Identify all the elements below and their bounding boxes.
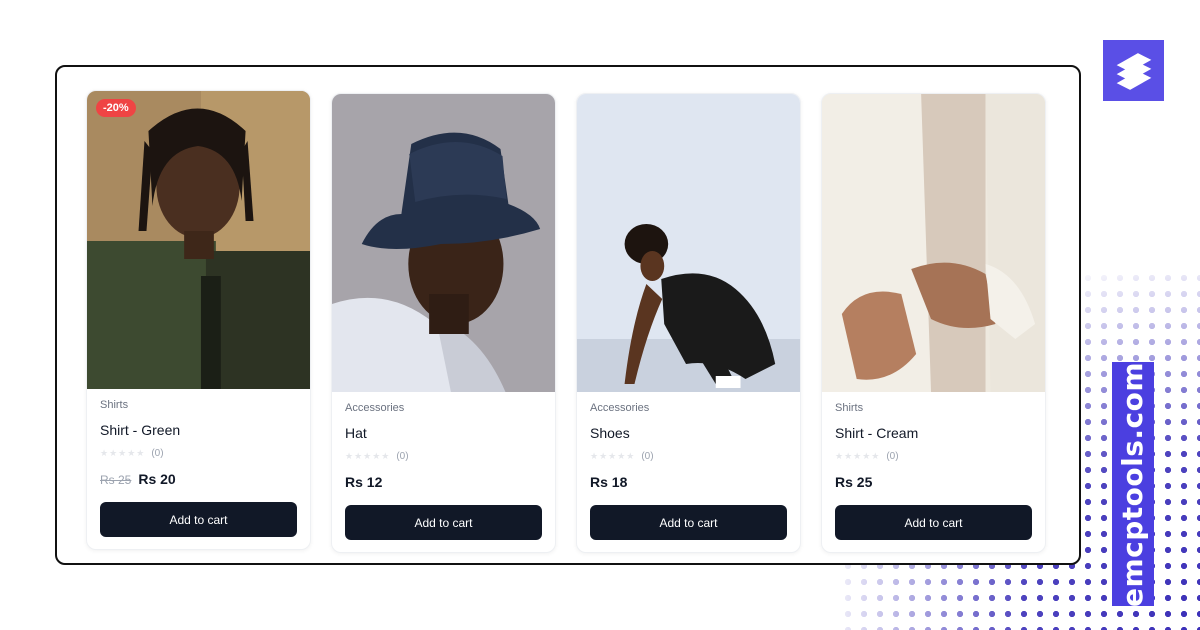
add-to-cart-button[interactable]: Add to cart	[590, 505, 787, 540]
product-price: Rs 12	[345, 474, 383, 490]
domain-label: emcptools.com	[1116, 361, 1150, 607]
rating-count: (0)	[641, 450, 654, 462]
product-rating: ★★★★★ (0)	[835, 449, 1032, 463]
rating-count: (0)	[151, 447, 164, 459]
brand-logo	[1103, 40, 1164, 101]
price-row: Rs 25 Rs 20	[100, 471, 297, 489]
product-price: Rs 25	[835, 474, 873, 490]
product-image-shirt-green[interactable]: -20%	[87, 91, 310, 389]
domain-watermark: emcptools.com	[1112, 361, 1154, 607]
product-image-shoes[interactable]	[577, 94, 800, 392]
product-category: Shirts	[835, 402, 864, 414]
star-rating-icon: ★★★★★	[345, 450, 391, 461]
add-to-cart-button[interactable]: Add to cart	[835, 505, 1032, 540]
product-price: Rs 18	[590, 474, 628, 490]
product-category: Accessories	[345, 402, 405, 414]
product-card-shirt-cream[interactable]: Shirts Shirt - Cream ★★★★★ (0) Rs 25 Add…	[821, 93, 1046, 553]
product-category: Accessories	[590, 402, 650, 414]
product-image-hat[interactable]	[332, 94, 555, 392]
sale-price: Rs 20	[138, 471, 176, 487]
product-card-shoes[interactable]: Accessories Shoes ★★★★★ (0) Rs 18 Add to…	[576, 93, 801, 553]
price-row: Rs 25	[835, 474, 1032, 492]
price-row: Rs 18	[590, 474, 787, 492]
product-rating: ★★★★★ (0)	[590, 449, 787, 463]
product-title[interactable]: Shirt - Cream	[835, 425, 1032, 443]
original-price: Rs 25	[100, 473, 132, 487]
product-grid-frame: -20% Shirts Shirt - Green ★★★★★ (0) Rs 2…	[55, 65, 1081, 565]
add-to-cart-button[interactable]: Add to cart	[345, 505, 542, 540]
product-title[interactable]: Shirt - Green	[100, 422, 297, 440]
price-row: Rs 12	[345, 474, 542, 492]
product-image-shirt-cream[interactable]	[822, 94, 1045, 392]
product-card-hat[interactable]: Accessories Hat ★★★★★ (0) Rs 12 Add to c…	[331, 93, 556, 553]
product-title[interactable]: Hat	[345, 425, 542, 443]
product-card-shirt-green[interactable]: -20% Shirts Shirt - Green ★★★★★ (0) Rs 2…	[86, 90, 311, 550]
product-category: Shirts	[100, 399, 129, 411]
discount-badge: -20%	[96, 99, 136, 117]
product-rating: ★★★★★ (0)	[345, 449, 542, 463]
star-rating-icon: ★★★★★	[835, 450, 881, 461]
product-title[interactable]: Shoes	[590, 425, 787, 443]
add-to-cart-button[interactable]: Add to cart	[100, 502, 297, 537]
star-rating-icon: ★★★★★	[100, 447, 146, 458]
rating-count: (0)	[396, 450, 409, 462]
stacked-layers-icon	[1116, 52, 1151, 90]
rating-count: (0)	[886, 450, 899, 462]
star-rating-icon: ★★★★★	[590, 450, 636, 461]
product-rating: ★★★★★ (0)	[100, 446, 297, 460]
